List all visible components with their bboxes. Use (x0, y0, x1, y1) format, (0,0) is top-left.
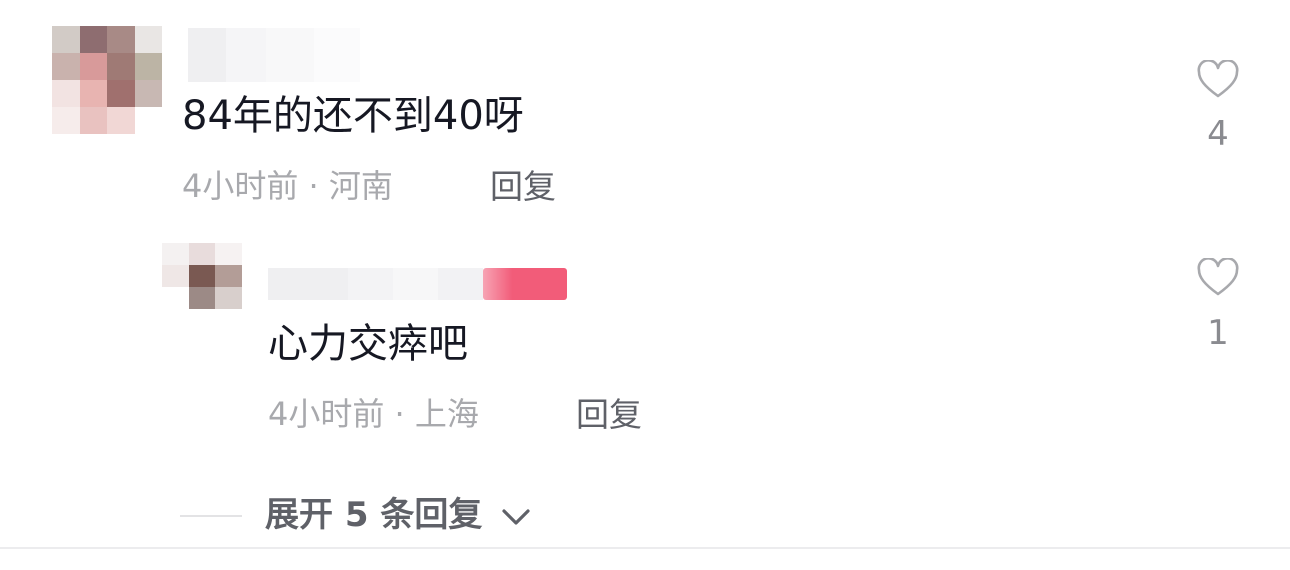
like-count: 4 (1207, 114, 1229, 154)
reply-text: 心力交瘁吧 (268, 321, 468, 367)
reply-meta: 4小时前 · 上海 (268, 395, 479, 433)
bottom-divider (0, 547, 1290, 549)
heart-outline-icon[interactable] (1197, 60, 1239, 100)
reply-button[interactable]: 回复 (576, 398, 642, 431)
comment-text: 84年的还不到40呀 (182, 93, 524, 139)
reply-avatar[interactable] (162, 243, 242, 309)
heart-outline-icon[interactable] (1197, 258, 1239, 298)
username-blurred[interactable] (188, 28, 360, 82)
reply-button[interactable]: 回复 (490, 170, 556, 203)
author-badge (483, 268, 567, 300)
reply-username-blurred[interactable] (268, 268, 483, 300)
avatar[interactable] (52, 26, 162, 134)
comment-meta: 4小时前 · 河南 (182, 167, 393, 205)
like-count: 1 (1207, 313, 1229, 353)
chevron-down-icon[interactable] (499, 505, 533, 529)
expand-replies-button[interactable]: 展开 5 条回复 (265, 498, 482, 532)
expand-divider (180, 515, 242, 517)
